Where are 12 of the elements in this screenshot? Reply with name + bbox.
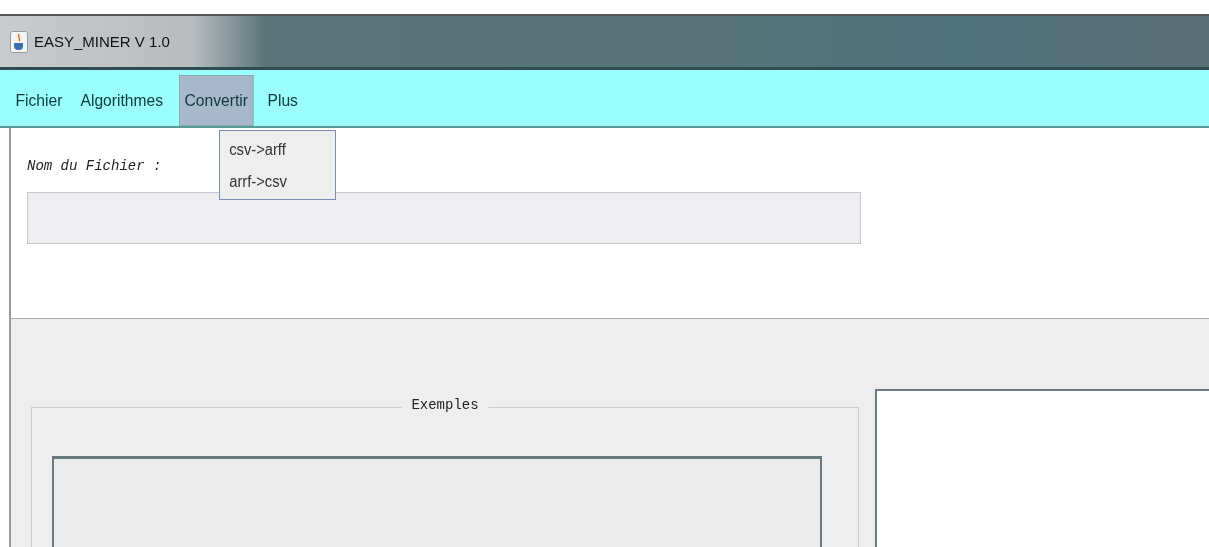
file-name-field[interactable] <box>27 192 861 244</box>
menu-item[interactable]: Fichier <box>10 75 68 126</box>
examples-list[interactable] <box>52 456 822 547</box>
group-title: Exemples <box>401 397 489 413</box>
java-cup-icon <box>10 30 28 53</box>
menu-item[interactable]: Algorithmes <box>75 75 169 126</box>
menu-item[interactable]: Plus <box>261 75 304 126</box>
window-title: EASY_MINER V 1.0 <box>34 33 170 50</box>
file-name-label: Nom du Fichier : <box>27 158 163 174</box>
menu-item[interactable]: Convertir <box>178 75 254 126</box>
dropdown-item[interactable]: csv->arff <box>220 141 326 159</box>
dropdown-item[interactable]: arrf->csv <box>220 173 326 191</box>
